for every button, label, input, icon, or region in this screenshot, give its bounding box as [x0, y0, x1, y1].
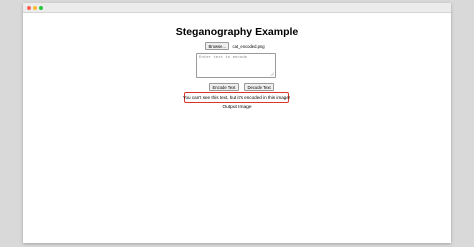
encode-text-input[interactable]: Enter text to encode — [196, 53, 276, 78]
page-title: Steganography Example — [175, 26, 299, 38]
maximize-window-icon[interactable] — [39, 5, 43, 10]
page-content: Steganography Example Browse... cat_enco… — [23, 13, 451, 242]
window-titlebar — [23, 3, 451, 13]
action-buttons: Encode Text Decode Text — [209, 83, 275, 91]
selected-file-name: cat_encoded.png — [232, 43, 265, 49]
browser-window: Steganography Example Browse... cat_enco… — [23, 3, 451, 243]
encode-text-placeholder: Enter text to encode — [199, 56, 248, 60]
decoded-text: You can't see this text, but it's encode… — [182, 95, 291, 100]
output-image-label: Output Image — [222, 105, 252, 110]
decode-text-button[interactable]: Decode Text — [243, 83, 275, 91]
encode-text-button[interactable]: Encode Text — [209, 83, 239, 91]
resize-handle-icon[interactable] — [270, 72, 274, 76]
browse-button[interactable]: Browse... — [205, 42, 230, 50]
minimize-window-icon[interactable] — [33, 5, 37, 10]
close-window-icon[interactable] — [27, 5, 31, 10]
decoded-output-box: You can't see this text, but it's encode… — [182, 92, 291, 103]
file-input: Browse... cat_encoded.png — [205, 42, 265, 50]
